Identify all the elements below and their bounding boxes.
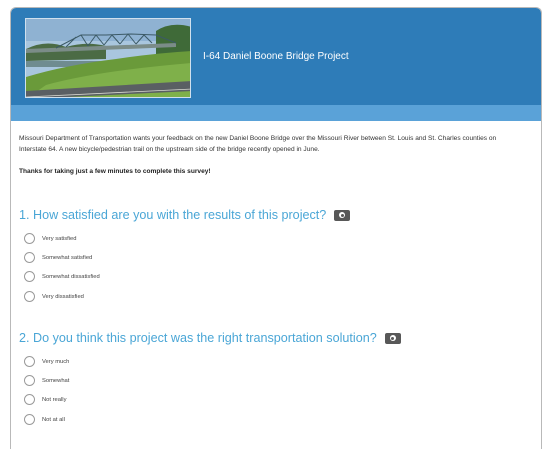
option-very-satisfied[interactable]: Very satisfied bbox=[24, 233, 76, 244]
option-very-dissatisfied[interactable]: Very dissatisfied bbox=[24, 291, 84, 302]
option-not-really[interactable]: Not really bbox=[24, 394, 66, 405]
survey-title: I-64 Daniel Boone Bridge Project bbox=[203, 51, 349, 62]
option-somewhat-dissatisfied[interactable]: Somewhat dissatisfied bbox=[24, 271, 100, 282]
radio-button[interactable] bbox=[24, 271, 35, 282]
radio-button[interactable] bbox=[24, 252, 35, 263]
header-band bbox=[11, 105, 541, 121]
option-label: Very dissatisfied bbox=[42, 293, 84, 300]
question-1-text: 1. How satisfied are you with the result… bbox=[19, 208, 327, 222]
survey-header: I-64 Daniel Boone Bridge Project bbox=[11, 8, 541, 105]
option-label: Somewhat bbox=[42, 377, 70, 384]
option-not-at-all[interactable]: Not at all bbox=[24, 414, 65, 425]
radio-button[interactable] bbox=[24, 375, 35, 386]
radio-button[interactable] bbox=[24, 356, 35, 367]
camera-icon[interactable] bbox=[384, 332, 401, 344]
bridge-photo bbox=[25, 18, 191, 98]
question-2: 2. Do you think this project was the rig… bbox=[19, 331, 401, 345]
thanks-text: Thanks for taking just a few minutes to … bbox=[19, 168, 211, 175]
camera-icon[interactable] bbox=[334, 209, 351, 221]
question-2-text: 2. Do you think this project was the rig… bbox=[19, 331, 377, 345]
radio-button[interactable] bbox=[24, 414, 35, 425]
option-label: Very satisfied bbox=[42, 235, 77, 242]
radio-button[interactable] bbox=[24, 291, 35, 302]
survey-frame: I-64 Daniel Boone Bridge Project bbox=[10, 7, 542, 449]
radio-button[interactable] bbox=[24, 233, 35, 244]
option-label: Not at all bbox=[42, 416, 65, 423]
option-label: Very much bbox=[42, 358, 70, 365]
option-label: Not really bbox=[42, 396, 67, 403]
option-somewhat[interactable]: Somewhat bbox=[24, 375, 69, 386]
intro-text: Missouri Department of Transportation wa… bbox=[19, 135, 497, 153]
option-very-much[interactable]: Very much bbox=[24, 356, 69, 367]
option-label: Somewhat dissatisfied bbox=[42, 273, 100, 280]
option-somewhat-satisfied[interactable]: Somewhat satisfied bbox=[24, 252, 92, 263]
radio-button[interactable] bbox=[24, 394, 35, 405]
option-label: Somewhat satisfied bbox=[42, 254, 93, 261]
question-1: 1. How satisfied are you with the result… bbox=[19, 208, 351, 222]
